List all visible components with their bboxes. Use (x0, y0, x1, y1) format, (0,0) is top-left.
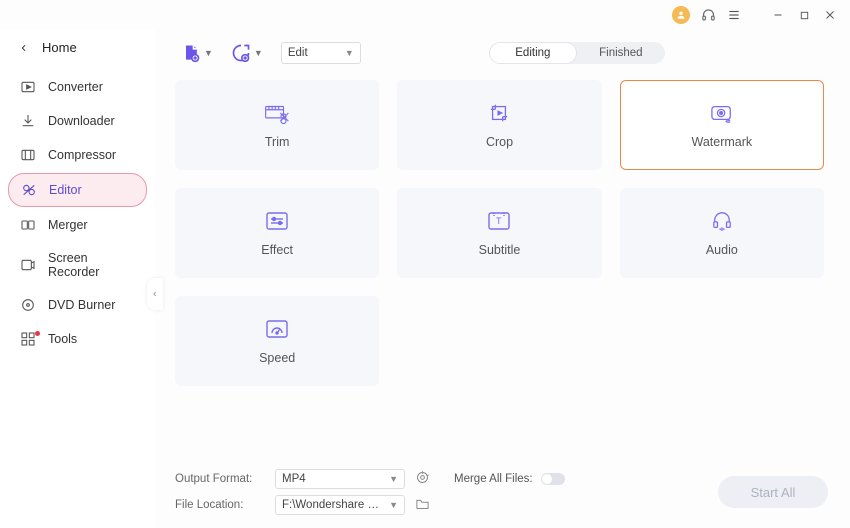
mode-select[interactable]: Edit ▼ (281, 42, 361, 64)
add-url-button[interactable]: ▼ (231, 43, 263, 63)
segment-editing[interactable]: Editing (489, 42, 577, 64)
segment-finished[interactable]: Finished (577, 42, 665, 64)
sidebar-item-tools[interactable]: Tools (8, 323, 147, 355)
tools-icon (20, 331, 36, 347)
add-file-button[interactable]: ▼ (181, 43, 213, 63)
sidebar: Home Converter Downloader Compressor Edi… (0, 30, 155, 528)
sidebar-item-label: Editor (49, 183, 82, 197)
chevron-down-icon: ▼ (389, 474, 398, 484)
watermark-icon (709, 101, 735, 125)
sidebar-item-editor[interactable]: Editor (8, 173, 147, 207)
titlebar (0, 0, 850, 30)
dvd-icon (20, 297, 36, 313)
tool-label: Audio (706, 243, 738, 257)
menu-icon[interactable] (726, 7, 742, 23)
tool-trim[interactable]: Trim (175, 80, 379, 170)
chevron-left-icon (152, 289, 158, 299)
sidebar-item-label: Downloader (48, 114, 115, 128)
tool-label: Effect (261, 243, 293, 257)
tool-label: Speed (259, 351, 295, 365)
output-format-label: Output Format: (175, 473, 265, 485)
output-format-value: MP4 (282, 473, 306, 485)
sidebar-item-dvd-burner[interactable]: DVD Burner (8, 289, 147, 321)
sidebar-item-downloader[interactable]: Downloader (8, 105, 147, 137)
segment-control: Editing Finished (489, 42, 665, 64)
tool-watermark[interactable]: Watermark (620, 80, 824, 170)
sidebar-item-label: Converter (48, 80, 103, 94)
sidebar-item-label: Merger (48, 218, 88, 232)
add-url-icon (231, 43, 251, 63)
editor-icon (21, 182, 37, 198)
subtitle-icon: T (487, 209, 511, 233)
user-avatar[interactable] (672, 6, 690, 24)
start-all-label: Start All (751, 485, 796, 500)
back-home[interactable]: Home (0, 34, 155, 71)
crop-icon (487, 101, 511, 125)
chevron-down-icon: ▼ (204, 48, 213, 58)
merge-toggle[interactable] (541, 473, 565, 485)
sidebar-item-compressor[interactable]: Compressor (8, 139, 147, 171)
tool-label: Trim (265, 135, 290, 149)
back-label: Home (42, 40, 77, 55)
badge-dot (35, 331, 40, 336)
collapse-sidebar-button[interactable] (147, 278, 163, 310)
audio-icon (710, 209, 734, 233)
sidebar-item-merger[interactable]: Merger (8, 209, 147, 241)
chevron-down-icon: ▼ (254, 48, 263, 58)
compressor-icon (20, 147, 36, 163)
tool-audio[interactable]: Audio (620, 188, 824, 278)
sidebar-item-label: Tools (48, 332, 77, 346)
merge-label: Merge All Files: (454, 473, 533, 485)
tool-subtitle[interactable]: T Subtitle (397, 188, 601, 278)
start-all-button[interactable]: Start All (718, 476, 828, 508)
file-location-select[interactable]: F:\Wondershare UniConverter 1 ▼ (275, 495, 405, 515)
tools-grid: Trim Crop Watermark Effect T Subtitle Au… (175, 80, 834, 386)
chevron-down-icon: ▼ (389, 500, 398, 510)
converter-icon (20, 79, 36, 95)
effect-icon (265, 209, 289, 233)
sidebar-item-converter[interactable]: Converter (8, 71, 147, 103)
add-file-icon (181, 43, 201, 63)
footer: Output Format: MP4 ▼ Merge All Files: Fi… (175, 456, 834, 518)
tool-effect[interactable]: Effect (175, 188, 379, 278)
settings-icon[interactable] (415, 470, 430, 488)
file-location-label: File Location: (175, 499, 265, 511)
tool-crop[interactable]: Crop (397, 80, 601, 170)
sidebar-item-label: Screen Recorder (48, 251, 135, 279)
folder-open-icon[interactable] (415, 497, 430, 513)
svg-text:T: T (496, 216, 502, 226)
recorder-icon (20, 257, 36, 273)
chevron-left-icon (20, 42, 28, 54)
close-button[interactable] (822, 7, 838, 23)
merger-icon (20, 217, 36, 233)
sidebar-item-label: DVD Burner (48, 298, 115, 312)
toolbar: ▼ ▼ Edit ▼ Editing Finished (175, 36, 834, 80)
mode-select-value: Edit (288, 47, 308, 59)
trim-icon (264, 101, 290, 125)
output-format-select[interactable]: MP4 ▼ (275, 469, 405, 489)
headset-icon[interactable] (700, 7, 716, 23)
tool-label: Watermark (691, 135, 752, 149)
merge-all-files: Merge All Files: (454, 473, 565, 485)
tool-label: Crop (486, 135, 513, 149)
tool-speed[interactable]: Speed (175, 296, 379, 386)
chevron-down-icon: ▼ (345, 48, 354, 58)
downloader-icon (20, 113, 36, 129)
sidebar-item-screen-recorder[interactable]: Screen Recorder (8, 243, 147, 287)
minimize-button[interactable] (770, 7, 786, 23)
speed-icon (265, 317, 289, 341)
tool-label: Subtitle (479, 243, 521, 257)
main-panel: ▼ ▼ Edit ▼ Editing Finished Trim Cro (155, 30, 850, 528)
sidebar-item-label: Compressor (48, 148, 116, 162)
file-location-value: F:\Wondershare UniConverter 1 (282, 499, 382, 511)
maximize-button[interactable] (796, 7, 812, 23)
